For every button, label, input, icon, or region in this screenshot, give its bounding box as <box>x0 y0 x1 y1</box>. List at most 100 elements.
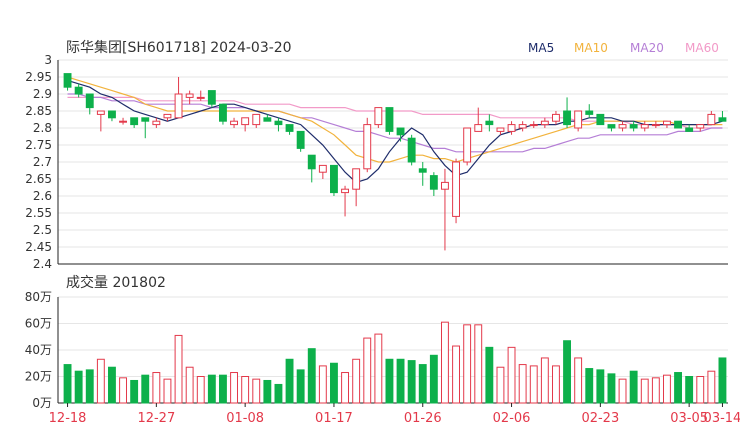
candle-body <box>74 86 83 95</box>
volume-bar <box>285 358 294 404</box>
volume-bar <box>263 379 272 404</box>
candle-body <box>707 113 716 126</box>
ma-line-ma5 <box>67 79 723 184</box>
volume-tick-label: 60万 <box>25 317 52 331</box>
candle-body <box>585 110 594 115</box>
candle-body <box>640 124 649 129</box>
volume-bar <box>174 334 183 404</box>
candle-down <box>108 110 116 122</box>
candle-down <box>130 117 139 128</box>
candle-up <box>352 168 361 207</box>
candle-body <box>163 113 172 119</box>
price-tick-label: 2.9 <box>33 87 52 101</box>
volume-bar <box>385 358 394 404</box>
candle-down <box>285 124 294 135</box>
candle-body <box>96 110 105 115</box>
volume-bar <box>540 357 549 404</box>
legend-ma10: MA10 <box>574 41 608 55</box>
volume-bar <box>185 366 194 404</box>
candle-up <box>318 164 327 179</box>
candle-body <box>452 161 460 217</box>
candle-body <box>407 137 416 163</box>
candle-up <box>618 121 627 132</box>
volume-bar <box>274 383 283 404</box>
price-tick-label: 2.8 <box>33 121 52 135</box>
candle-down <box>418 162 427 186</box>
candle-body <box>85 93 94 109</box>
candle-up <box>529 121 538 128</box>
volume-bar <box>674 372 682 404</box>
candle-down <box>219 103 227 125</box>
volume-bar <box>474 324 483 404</box>
volume-bar <box>296 369 305 404</box>
candle-up <box>252 113 261 128</box>
candle-body <box>496 127 505 132</box>
candle-body <box>263 117 272 122</box>
price-tick-label: 2.95 <box>25 70 52 84</box>
date-tick-label: 03-05 <box>670 411 708 426</box>
candle-down <box>63 73 72 91</box>
price-tick-label: 2.6 <box>33 189 52 203</box>
candle-down <box>629 121 638 132</box>
candle-down <box>585 104 594 118</box>
volume-bar <box>718 357 727 404</box>
candle-up <box>174 77 183 119</box>
candle-body <box>651 124 660 127</box>
candle-down <box>330 164 338 196</box>
volume-bar <box>585 368 594 404</box>
volume-bar <box>74 370 83 404</box>
candle-body <box>685 127 694 132</box>
volume-bar <box>230 372 238 404</box>
candle-body <box>152 120 161 126</box>
candle-up <box>651 121 660 128</box>
volume-bar <box>141 374 150 404</box>
candle-down <box>607 124 616 132</box>
volume-bar <box>252 378 261 404</box>
candle-body <box>141 117 150 122</box>
price-tick-label: 2.75 <box>25 138 52 152</box>
volume-bar <box>518 364 527 404</box>
price-tick-label: 2.55 <box>25 206 52 220</box>
candle-body <box>474 124 483 132</box>
candle-body <box>418 168 427 173</box>
volume-bar <box>152 372 161 404</box>
volume-bar <box>651 377 660 404</box>
candle-body <box>552 113 560 122</box>
volume-bar <box>563 340 571 404</box>
candle-down <box>407 134 416 166</box>
candle-down <box>718 111 727 122</box>
candle-up <box>552 111 560 125</box>
ma-line-ma60 <box>67 96 723 129</box>
volume-bar <box>219 374 227 404</box>
price-tick-label: 2.85 <box>25 104 52 118</box>
volume-bar <box>374 333 383 404</box>
candle-body <box>330 164 338 194</box>
ma-line-ma20 <box>67 93 723 153</box>
candle-down <box>307 154 316 183</box>
candle-up <box>196 90 205 101</box>
volume-tick-label: 40万 <box>25 343 52 357</box>
date-tick-label: 01-08 <box>226 411 264 426</box>
volume-bar <box>407 360 416 404</box>
candle-up <box>574 110 583 132</box>
volume-bar <box>429 354 438 404</box>
date-tick-label: 02-06 <box>493 411 531 426</box>
candle-body <box>429 175 438 190</box>
volume-bar <box>108 366 116 404</box>
candle-body <box>563 110 571 126</box>
candle-body <box>119 120 127 123</box>
volume-bar <box>685 376 694 404</box>
candle-up <box>374 107 383 128</box>
candle-body <box>241 117 250 126</box>
volume-bar <box>196 376 205 404</box>
candle-body <box>529 124 538 127</box>
candle-up <box>441 168 449 251</box>
volume-bar <box>441 321 449 404</box>
candle-body <box>185 93 194 98</box>
candle-down <box>429 172 438 196</box>
candle-body <box>285 124 294 132</box>
candle-up <box>119 117 127 125</box>
candle-body <box>63 73 72 88</box>
candle-body <box>318 164 327 173</box>
volume-bar <box>418 364 427 404</box>
